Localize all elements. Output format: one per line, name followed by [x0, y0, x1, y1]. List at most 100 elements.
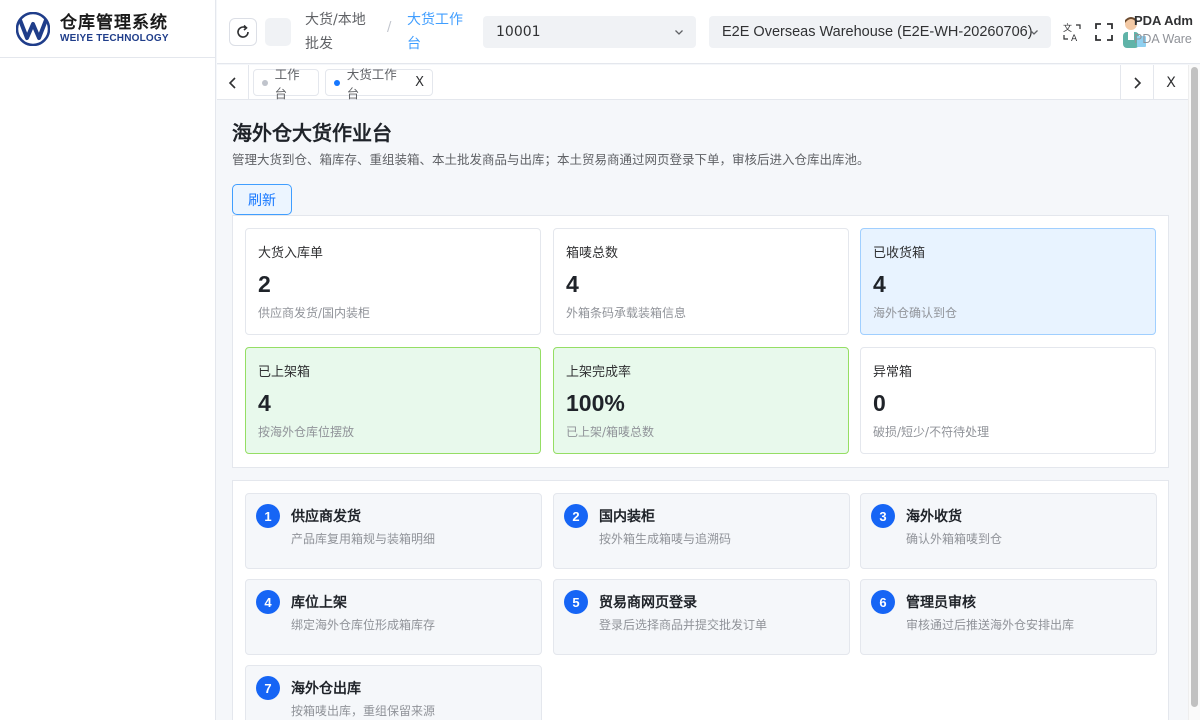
chevron-right-icon — [1133, 76, 1141, 89]
main-scrollbar[interactable] — [1188, 65, 1200, 720]
breadcrumb-item-current[interactable]: 大货工作台 — [407, 8, 467, 56]
stat-label: 箱唛总数 — [566, 246, 619, 261]
stat-label: 已收货箱 — [873, 246, 926, 261]
stat-value: 4 — [258, 390, 271, 416]
user-role: PDA Ware — [1134, 32, 1192, 46]
step-description: 按箱唛出库，重组保留来源 — [291, 704, 436, 718]
step-description: 登录后选择商品并提交批发订单 — [599, 618, 768, 632]
step-number-badge: 3 — [871, 504, 895, 528]
tab-bar: 工作台 大货工作台 X X — [217, 65, 1188, 101]
menu-toggle-button[interactable] — [265, 18, 291, 46]
stat-subtitle: 外箱条码承载装箱信息 — [566, 306, 687, 320]
tabs-scroll-left-button[interactable] — [217, 65, 249, 100]
refresh-page-button[interactable] — [229, 18, 257, 46]
stat-subtitle: 海外仓确认到仓 — [873, 306, 958, 320]
sidebar: 仓库管理系统 WEIYE TECHNOLOGY — [0, 0, 216, 720]
language-switch-button[interactable]: 文 A — [1061, 20, 1083, 44]
step-description: 审核通过后推送海外仓安排出库 — [906, 618, 1075, 632]
stat-label: 异常箱 — [873, 365, 913, 380]
stat-value: 2 — [258, 271, 271, 297]
step-number-badge: 7 — [256, 676, 280, 700]
tab-label: 工作台 — [274, 66, 300, 101]
stat-value: 100% — [566, 390, 625, 416]
warehouse-name-value: E2E Overseas Warehouse (E2E-WH-20260706) — [722, 24, 1033, 40]
close-all-tabs-button[interactable]: X — [1153, 65, 1188, 100]
scrollbar-thumb[interactable] — [1191, 67, 1198, 707]
step-description: 按外箱生成箱唛与追溯码 — [599, 532, 732, 546]
stat-label: 已上架箱 — [258, 365, 311, 380]
warehouse-select[interactable]: E2E Overseas Warehouse (E2E-WH-20260706) — [709, 16, 1051, 48]
step-number-badge: 5 — [564, 590, 588, 614]
stat-subtitle: 按海外仓库位摆放 — [258, 425, 355, 439]
tab-bulk-workbench[interactable]: 大货工作台 X — [325, 67, 433, 101]
tab-label: 大货工作台 — [346, 66, 397, 101]
chevron-down-icon — [1030, 30, 1038, 35]
workflow-step[interactable]: 1 供应商发货 产品库复用箱规与装箱明细 — [245, 493, 542, 569]
workflow-step[interactable]: 4 库位上架 绑定海外仓库位形成箱库存 — [245, 579, 542, 655]
page-title: 海外仓大货作业台 — [232, 121, 392, 145]
step-title: 贸易商网页登录 — [599, 595, 697, 611]
breadcrumb-separator: / — [387, 20, 392, 35]
workflow-step[interactable]: 7 海外仓出库 按箱唛出库，重组保留来源 — [245, 665, 542, 720]
workflow-step[interactable]: 3 海外收货 确认外箱箱唛到仓 — [860, 493, 1157, 569]
stat-value: 4 — [566, 271, 579, 297]
chevron-down-icon — [675, 30, 683, 35]
close-icon: X — [1166, 74, 1176, 91]
warehouse-code-value: 10001 — [496, 24, 541, 40]
tabs-scroll-right-button[interactable] — [1120, 65, 1152, 100]
brand-name-en: WEIYE TECHNOLOGY — [60, 32, 169, 44]
page-description: 管理大货到仓、箱库存、重组装箱、本土批发商品与出库；本土贸易商通过网页登录下单，… — [232, 152, 870, 167]
step-number-badge: 1 — [256, 504, 280, 528]
step-title: 库位上架 — [291, 595, 347, 611]
breadcrumb-item-parent[interactable]: 大货/本地批发 — [305, 8, 371, 56]
step-title: 管理员审核 — [906, 595, 976, 611]
top-header: 大货/本地批发 / 大货工作台 10001 E2E Overseas Wareh… — [217, 0, 1200, 64]
tab-close-icon[interactable]: X — [415, 75, 424, 90]
stat-value: 4 — [873, 271, 886, 297]
stat-label: 大货入库单 — [258, 246, 324, 261]
workflow-step[interactable]: 2 国内装柜 按外箱生成箱唛与追溯码 — [553, 493, 850, 569]
workflow-steps-panel: 1 供应商发货 产品库复用箱规与装箱明细 2 国内装柜 按外箱生成箱唛与追溯码 … — [232, 480, 1169, 720]
stat-subtitle: 破损/短少/不符待处理 — [873, 425, 990, 439]
stat-card-shelving-rate[interactable]: 上架完成率 100% 已上架/箱唛总数 — [553, 347, 849, 454]
brand-logo[interactable]: 仓库管理系统 WEIYE TECHNOLOGY — [0, 0, 215, 58]
stat-card-inbound-orders[interactable]: 大货入库单 2 供应商发货/国内装柜 — [245, 228, 541, 335]
stat-card-shelved-cartons[interactable]: 已上架箱 4 按海外仓库位摆放 — [245, 347, 541, 454]
workflow-step[interactable]: 5 贸易商网页登录 登录后选择商品并提交批发订单 — [553, 579, 850, 655]
step-title: 国内装柜 — [599, 509, 655, 525]
step-title: 海外仓出库 — [291, 681, 361, 697]
step-description: 产品库复用箱规与装箱明细 — [291, 532, 436, 546]
step-description: 绑定海外仓库位形成箱库存 — [291, 618, 436, 632]
step-title: 海外收货 — [906, 509, 962, 525]
main-content: 海外仓大货作业台 管理大货到仓、箱库存、重组装箱、本土批发商品与出库；本土贸易商… — [217, 101, 1188, 720]
tab-active-dot — [334, 79, 340, 86]
stat-card-received-cartons[interactable]: 已收货箱 4 海外仓确认到仓 — [860, 228, 1156, 335]
step-title: 供应商发货 — [291, 509, 361, 525]
brand-name: 仓库管理系统 — [60, 12, 168, 33]
stat-value: 0 — [873, 390, 886, 416]
chevron-left-icon — [228, 76, 236, 89]
refresh-icon — [237, 24, 249, 38]
user-name[interactable]: PDA Adm — [1134, 13, 1193, 28]
stat-card-total-cartons[interactable]: 箱唛总数 4 外箱条码承载装箱信息 — [553, 228, 849, 335]
stat-card-exception-cartons[interactable]: 异常箱 0 破损/短少/不符待处理 — [860, 347, 1156, 454]
step-number-badge: 2 — [564, 504, 588, 528]
translate-icon: 文 A — [1063, 22, 1081, 42]
tab-status-dot — [262, 79, 268, 86]
stat-subtitle: 已上架/箱唛总数 — [566, 425, 655, 439]
stat-subtitle: 供应商发货/国内装柜 — [258, 306, 371, 320]
step-number-badge: 6 — [871, 590, 895, 614]
fullscreen-button[interactable] — [1093, 20, 1115, 44]
stat-label: 上架完成率 — [566, 365, 632, 380]
tab-workbench[interactable]: 工作台 — [253, 67, 319, 101]
refresh-button[interactable]: 刷新 — [232, 184, 292, 215]
workflow-step[interactable]: 6 管理员审核 审核通过后推送海外仓安排出库 — [860, 579, 1157, 655]
svg-text:文: 文 — [1063, 22, 1072, 34]
fullscreen-icon — [1095, 23, 1113, 41]
svg-text:A: A — [1071, 34, 1078, 42]
step-number-badge: 4 — [256, 590, 280, 614]
warehouse-code-select[interactable]: 10001 — [483, 16, 696, 48]
stats-panel: 大货入库单 2 供应商发货/国内装柜 箱唛总数 4 外箱条码承载装箱信息 已收货… — [232, 215, 1169, 468]
step-description: 确认外箱箱唛到仓 — [906, 532, 1003, 546]
weiye-logo-icon — [16, 11, 50, 46]
